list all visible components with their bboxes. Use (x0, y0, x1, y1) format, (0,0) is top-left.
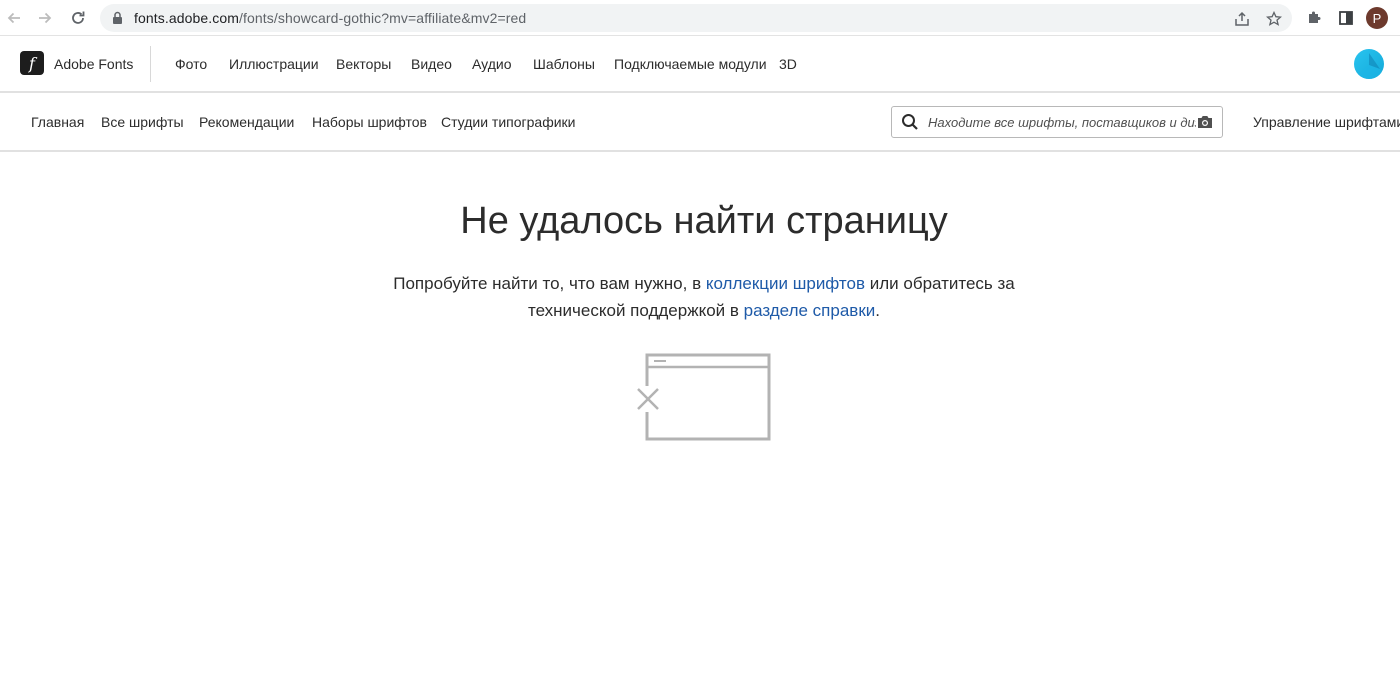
user-avatar[interactable] (1354, 49, 1384, 79)
broken-window-icon (636, 353, 771, 441)
subnav-item-foundries[interactable]: Студии типографики (441, 114, 575, 130)
side-panel-icon (1339, 11, 1353, 25)
puzzle-icon (1309, 11, 1321, 23)
gnav-item-vectors[interactable]: Векторы (336, 56, 391, 72)
star-icon (1266, 11, 1282, 26)
subnav-item-home[interactable]: Главная (31, 114, 84, 130)
gnav-item-3d[interactable]: 3D (779, 56, 797, 72)
lock-icon (113, 11, 122, 24)
avatar-shape-icon (1354, 53, 1384, 79)
error-message: Попробуйте найти то, что вам нужно, в ко… (0, 270, 1400, 324)
arrow-left-icon (7, 12, 20, 24)
fonts-sub-nav: Главная Все шрифты Рекомендации Наборы ш… (0, 93, 1400, 152)
gnav-item-plugins[interactable]: Подключаемые модули (614, 56, 767, 72)
message-text-1: Попробуйте найти то, что вам нужно, в (393, 274, 706, 293)
help-section-link[interactable]: разделе справки (744, 301, 876, 320)
bookmark-button[interactable] (1265, 10, 1283, 28)
search-icon[interactable] (901, 113, 919, 131)
reload-icon (72, 11, 85, 24)
url-text[interactable]: fonts.adobe.com/fonts/showcard-gothic?mv… (134, 10, 526, 26)
search-box[interactable] (891, 106, 1223, 138)
brand-name[interactable]: Adobe Fonts (54, 56, 133, 72)
address-bar[interactable]: fonts.adobe.com/fonts/showcard-gothic?mv… (100, 4, 1292, 32)
page-title: Не удалось найти страницу (460, 200, 948, 242)
back-button[interactable] (3, 7, 25, 29)
share-button[interactable] (1233, 10, 1251, 28)
message-text-2: или обратитесь за (865, 274, 1015, 293)
gnav-item-photo[interactable]: Фото (175, 56, 207, 72)
arrow-right-icon (39, 12, 52, 24)
message-text-3: технической поддержкой в (527, 301, 744, 320)
subnav-item-recommendations[interactable]: Рекомендации (199, 114, 294, 130)
gnav-item-audio[interactable]: Аудио (472, 56, 512, 72)
profile-avatar[interactable]: P (1366, 7, 1388, 29)
share-icon (1235, 11, 1249, 26)
message-text-4: . (875, 301, 880, 320)
global-nav: f Adobe Fonts Фото Иллюстрации Векторы В… (0, 36, 1400, 93)
browser-toolbar: fonts.adobe.com/fonts/showcard-gothic?mv… (0, 0, 1400, 36)
gnav-item-templates[interactable]: Шаблоны (533, 56, 595, 72)
camera-icon[interactable] (1197, 115, 1213, 129)
nav-divider (150, 46, 151, 82)
search-input[interactable] (928, 112, 1196, 132)
manage-fonts-link[interactable]: Управление шрифтами (1253, 114, 1400, 130)
adobe-fonts-logo-icon[interactable]: f (20, 51, 44, 75)
gnav-item-illustrations[interactable]: Иллюстрации (229, 56, 319, 72)
subnav-item-all-fonts[interactable]: Все шрифты (101, 114, 184, 130)
extensions-button[interactable] (1304, 8, 1324, 28)
url-path: /fonts/showcard-gothic?mv=affiliate&mv2=… (239, 10, 527, 26)
forward-button[interactable] (34, 7, 56, 29)
url-host: fonts.adobe.com (134, 10, 240, 26)
reload-button[interactable] (67, 7, 89, 29)
gnav-item-video[interactable]: Видео (411, 56, 452, 72)
font-collection-link[interactable]: коллекции шрифтов (706, 274, 865, 293)
side-panel-button[interactable] (1336, 8, 1356, 28)
subnav-item-font-packs[interactable]: Наборы шрифтов (312, 114, 427, 130)
